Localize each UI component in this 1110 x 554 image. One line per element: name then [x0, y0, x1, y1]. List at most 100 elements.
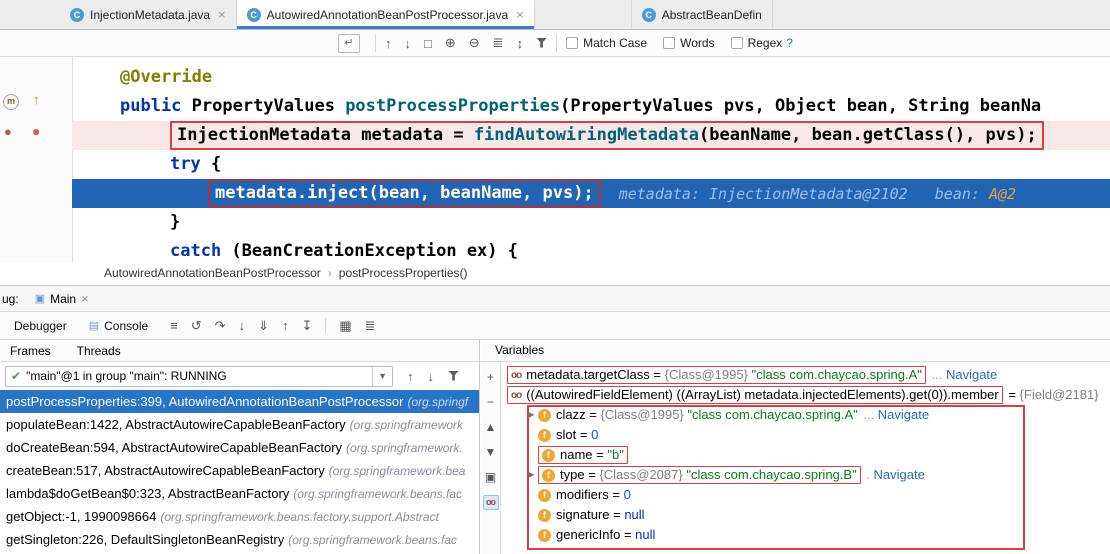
tab-close-icon[interactable]: × — [218, 7, 226, 22]
sort-icon[interactable]: ↕ — [517, 36, 524, 51]
variable-row[interactable]: oometadata.targetClass = {Class@1995} "c… — [501, 365, 1110, 385]
text-token: clazz — [556, 405, 586, 425]
frame-down-icon[interactable]: ↓ — [428, 369, 435, 384]
filter-search-lines-icon[interactable]: ≣ — [493, 35, 504, 51]
debug-view-tabs: Debugger ▤Console — [14, 319, 148, 333]
run-to-cursor-icon[interactable]: ↧ — [301, 318, 312, 334]
navigate-link[interactable]: Navigate — [946, 365, 997, 385]
navigate-link[interactable]: Navigate — [878, 405, 929, 425]
checkbox-box — [566, 37, 578, 49]
stack-frame-row[interactable]: getSingleton:226, DefaultSingletonBeanRe… — [0, 528, 479, 551]
variable-row[interactable]: fgenericInfo = null — [501, 525, 1110, 545]
code-line[interactable]: catch (BeanCreationException ex) { — [72, 237, 1110, 262]
settings-menu-icon[interactable]: ≡ — [170, 318, 178, 333]
code-line[interactable]: InjectionMetadata metadata = findAutowir… — [72, 121, 1110, 150]
find-next-icon[interactable]: ↓ — [405, 36, 412, 51]
mute-breakpoint-icon[interactable]: ● — [4, 124, 12, 139]
variable-row[interactable]: fsignature = null — [501, 505, 1110, 525]
variable-extra: ... Navigate — [860, 405, 929, 425]
move-watch-up-icon[interactable]: ▲ — [483, 420, 499, 435]
code-line[interactable]: public PropertyValues postProcessPropert… — [72, 92, 1110, 121]
step-out-icon[interactable]: ↑ — [282, 318, 289, 333]
watch-icon: oo — [511, 370, 521, 381]
help-link[interactable]: ? — [786, 36, 793, 50]
breakpoint-icon[interactable]: ● — [32, 123, 40, 139]
step-into-icon[interactable]: ↓ — [239, 318, 246, 333]
code-line[interactable]: @Override — [72, 63, 1110, 92]
frame-location: doCreateBean:594, AbstractAutowireCapabl… — [6, 440, 342, 455]
breadcrumb: AutowiredAnnotationBeanPostProcessor›pos… — [0, 262, 1110, 286]
show-watches-icon[interactable]: oo — [483, 495, 499, 510]
stack-frame-row[interactable]: getObject:-1, 1990098664(org.springframe… — [0, 505, 479, 528]
view-tab-debugger[interactable]: Debugger — [14, 319, 67, 333]
code-line[interactable]: try { — [72, 150, 1110, 179]
checkbox-label: Words — [680, 36, 714, 50]
layout-grid-icon[interactable]: ▦ — [339, 318, 351, 334]
code-line[interactable]: metadata.inject(bean, beanName, pvs);met… — [72, 179, 1110, 208]
debugger-inline-hint: metadata: InjectionMetadata@2102 bean: A… — [619, 185, 1016, 203]
find-prev-icon[interactable]: ↑ — [385, 36, 392, 51]
variable-row[interactable]: ▶ftype = {Class@2087} "class com.chaycao… — [501, 465, 1110, 485]
frames-filter-icon[interactable] — [448, 369, 459, 384]
variable-extra: . Navigate — [863, 465, 925, 485]
code-line[interactable]: } — [72, 208, 1110, 237]
move-watch-down-icon[interactable]: ▼ — [483, 445, 499, 460]
tree-expand-icon[interactable]: ▶ — [525, 465, 538, 485]
tab-close-icon[interactable]: × — [516, 7, 524, 22]
duplicate-watch-icon[interactable]: ▣ — [483, 470, 499, 485]
frame-up-icon[interactable]: ↑ — [407, 369, 414, 384]
variable-content: oo((AutowiredFieldElement) ((ArrayList) … — [507, 386, 1003, 404]
view-tab-console[interactable]: ▤Console — [89, 319, 148, 333]
tree-expand-icon[interactable]: ▶ — [525, 405, 538, 425]
stack-frame-row[interactable]: postProcessProperties:399, AutowiredAnno… — [0, 390, 479, 413]
variable-row[interactable]: oo((AutowiredFieldElement) ((ArrayList) … — [501, 385, 1110, 405]
variable-row[interactable]: fslot = 0 — [501, 425, 1110, 445]
stack-frame-row[interactable]: lambda$doGetBean$0:323, AbstractBeanFact… — [0, 482, 479, 505]
select-all-occurrences-icon[interactable]: □ — [424, 36, 432, 51]
force-step-into-icon[interactable]: ⇓ — [258, 318, 269, 334]
code-text: try { — [170, 150, 221, 179]
rerun-icon[interactable]: ↺ — [191, 318, 202, 334]
breadcrumb-item[interactable]: AutowiredAnnotationBeanPostProcessor — [104, 266, 321, 280]
add-watch-icon[interactable]: + — [483, 370, 499, 385]
editor-tab[interactable]: CAbstractBeanDefin — [631, 0, 773, 29]
frame-location: getSingleton:226, DefaultSingletonBeanRe… — [6, 532, 284, 547]
variable-row[interactable]: ▶fclazz = {Class@1995} "class com.chayca… — [501, 405, 1110, 425]
thread-selector[interactable]: ✔ "main"@1 in group "main": RUNNING ▼ — [5, 366, 393, 387]
checkbox-words[interactable]: Words — [663, 36, 714, 50]
checkbox-match-case[interactable]: Match Case — [566, 36, 647, 50]
layout-rows-icon[interactable]: ≣ — [365, 318, 376, 334]
variable-content: fslot = 0 — [538, 425, 598, 445]
step-over-icon[interactable]: ↷ — [215, 318, 226, 334]
variable-row[interactable]: fmodifiers = 0 — [501, 485, 1110, 505]
remove-occurrence-icon[interactable]: ⊖ — [469, 35, 480, 51]
tab-threads[interactable]: Threads — [77, 344, 121, 358]
checkbox-regex[interactable]: Regex — [731, 36, 783, 50]
text-token: PropertyValues — [192, 96, 346, 116]
method-marker-icon[interactable]: m — [3, 94, 19, 110]
text-token: = — [1005, 385, 1020, 405]
frames-panel: Frames Threads ✔ "main"@1 in group "main… — [0, 340, 480, 554]
debug-content: Frames Threads ✔ "main"@1 in group "main… — [0, 340, 1110, 554]
tab-main[interactable]: ▣ Main × — [35, 291, 89, 306]
editor-tab[interactable]: CInjectionMetadata.java× — [60, 0, 237, 29]
stack-frame-row[interactable]: populateBean:1422, AbstractAutowireCapab… — [0, 413, 479, 436]
search-input[interactable] — [8, 32, 338, 54]
tab-frames[interactable]: Frames — [10, 344, 51, 358]
ide-window: CInjectionMetadata.java×CAutowiredAnnota… — [0, 0, 1110, 554]
stack-frame-row[interactable]: createBean:517, AbstractAutowireCapableB… — [0, 459, 479, 482]
remove-watch-icon[interactable]: − — [483, 395, 499, 410]
breadcrumb-item[interactable]: postProcessProperties() — [339, 266, 468, 280]
field-icon: f — [538, 429, 551, 442]
add-occurrence-icon[interactable]: ⊕ — [445, 35, 456, 51]
filter-funnel-icon[interactable] — [536, 36, 547, 51]
variable-row[interactable]: fname = "b" — [501, 445, 1110, 465]
navigate-link[interactable]: Navigate — [874, 465, 925, 485]
text-token: public — [120, 96, 192, 116]
newline-button[interactable]: ↵ — [338, 34, 360, 53]
close-icon[interactable]: × — [81, 291, 89, 306]
editor-tab-active[interactable]: CAutowiredAnnotationBeanPostProcessor.ja… — [237, 0, 535, 29]
stack-frame-row[interactable]: doCreateBean:594, AbstractAutowireCapabl… — [0, 436, 479, 459]
variable-content: fsignature = null — [538, 505, 645, 525]
override-marker-icon[interactable]: ↑ — [33, 92, 40, 107]
